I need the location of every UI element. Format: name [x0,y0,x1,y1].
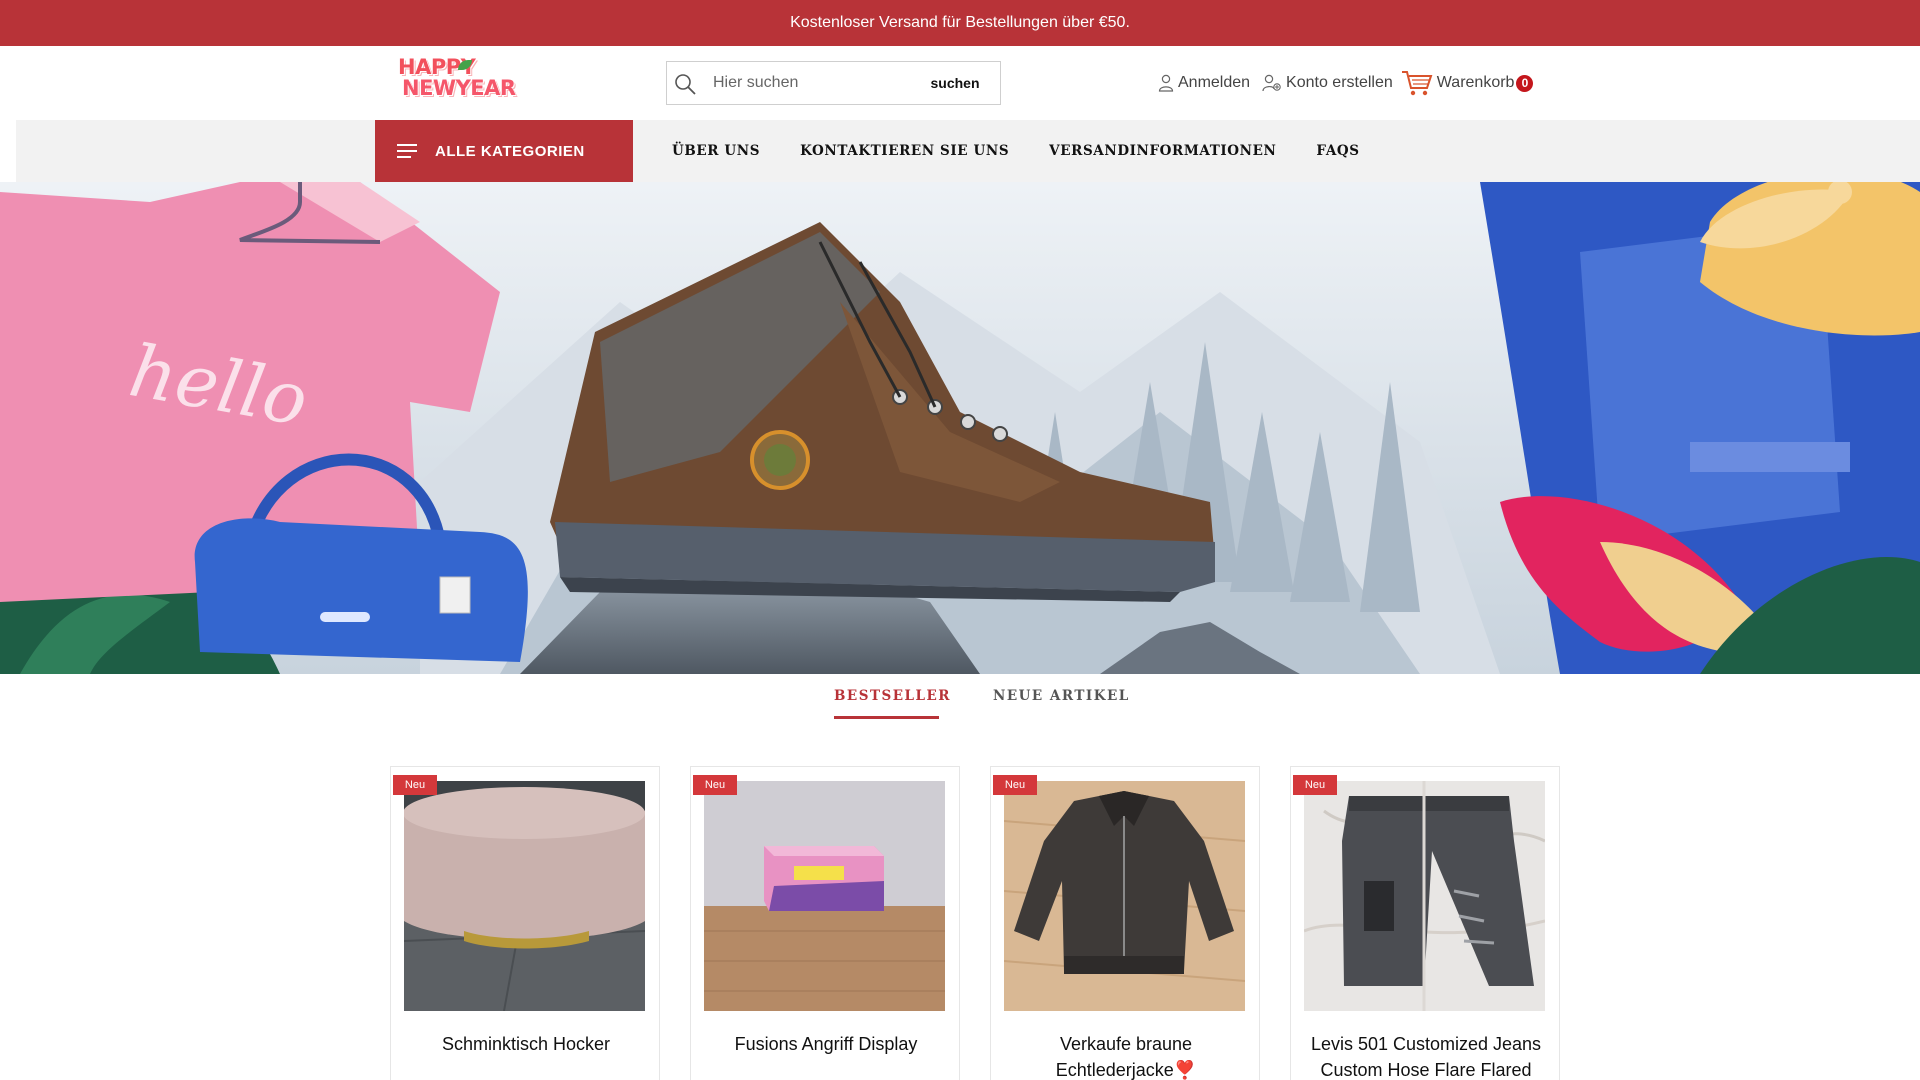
all-categories-button[interactable]: ALLE KATEGORIEN [375,120,633,182]
product-grid: Neu Schminktisch Hocker Neu Fusions Angr… [390,766,1560,1080]
nav-menu: ÜBER UNS KONTAKTIEREN SIE UNS VERSANDINF… [672,120,1360,182]
search-button[interactable]: suchen [910,62,1000,104]
user-add-icon [1262,74,1281,92]
nav-item-about[interactable]: ÜBER UNS [672,143,760,159]
hero-banner[interactable]: hello [0,182,1920,674]
new-badge: Neu [1293,775,1337,795]
product-name[interactable]: Verkaufe braune Echtlederjacke❣️ [999,1031,1253,1080]
main-navigation: ALLE KATEGORIEN ÜBER UNS KONTAKTIEREN SI… [16,120,1920,182]
product-card[interactable]: Neu Verkaufe braune Echtlederjacke❣️ [990,766,1260,1080]
register-link[interactable]: Konto erstellen [1262,74,1393,92]
cart-label: Warenkorb [1436,74,1515,91]
new-badge: Neu [693,775,737,795]
announcement-bar: Kostenloser Versand für Bestellungen übe… [0,0,1920,46]
nav-item-contact[interactable]: KONTAKTIEREN SIE UNS [800,143,1009,159]
hero-illustration: hello [0,182,1920,674]
product-image[interactable] [1304,781,1545,1011]
product-card[interactable]: Neu Fusions Angriff Display [690,766,960,1080]
search-bar: suchen [666,61,1001,105]
product-name[interactable]: Fusions Angriff Display [699,1031,953,1057]
logo-line-2: NEWYEAR [402,76,516,100]
tab-new-items[interactable]: NEUE ARTIKEL [993,688,1130,704]
product-image[interactable] [704,781,945,1011]
new-badge: Neu [993,775,1037,795]
user-icon [1158,74,1174,92]
login-link[interactable]: Anmelden [1158,74,1250,92]
nav-item-faqs[interactable]: FAQS [1316,143,1359,159]
cart-link[interactable]: Warenkorb 0 [1401,69,1534,97]
cart-count-badge: 0 [1516,74,1534,92]
shopping-cart-icon [1401,71,1433,96]
search-icon [675,74,696,95]
login-label: Anmelden [1178,74,1251,91]
product-tabs: BESTSELLER NEUE ARTIKEL [0,674,1920,736]
all-categories-label: ALLE KATEGORIEN [435,142,585,160]
new-badge: Neu [393,775,437,795]
product-card[interactable]: Neu Schminktisch Hocker [390,766,660,1080]
product-card[interactable]: Neu Levis 501 Customized Jeans Custom Ho… [1290,766,1560,1080]
site-header: HAPPY NEWYEAR suchen Anmelden [0,46,1920,120]
announcement-text: Kostenloser Versand für Bestellungen übe… [790,14,1130,31]
nav-item-shipping[interactable]: VERSANDINFORMATIONEN [1049,143,1276,159]
menu-icon [397,140,417,162]
product-name[interactable]: Levis 501 Customized Jeans Custom Hose F… [1299,1031,1553,1080]
account-links: Anmelden Konto erstellen Warenkorb 0 [1158,69,1534,97]
active-tab-indicator [834,716,939,719]
search-input[interactable] [713,62,923,104]
tab-bestseller[interactable]: BESTSELLER [834,688,951,704]
register-label: Konto erstellen [1286,74,1393,91]
product-image[interactable] [1004,781,1245,1011]
product-name[interactable]: Schminktisch Hocker [399,1031,653,1057]
product-image[interactable] [404,781,645,1011]
store-logo[interactable]: HAPPY NEWYEAR [398,57,516,109]
